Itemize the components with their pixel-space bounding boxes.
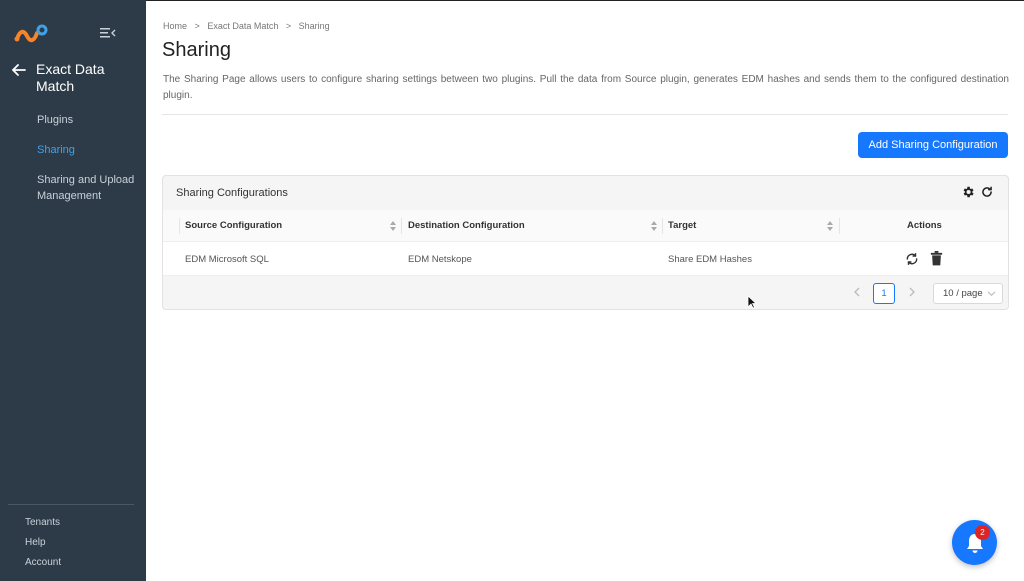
sharing-table: Source Configuration Destination Configu… bbox=[163, 210, 1008, 276]
mouse-cursor-icon bbox=[747, 295, 757, 309]
table-header: Source Configuration Destination Configu… bbox=[163, 210, 1008, 242]
sidebar-divider bbox=[8, 504, 134, 505]
add-sharing-configuration-button[interactable]: Add Sharing Configuration bbox=[858, 132, 1008, 158]
page-title: Sharing bbox=[162, 39, 231, 61]
collapse-menu-icon[interactable] bbox=[100, 26, 116, 40]
card-title: Sharing Configurations bbox=[176, 187, 288, 199]
arrow-left-icon[interactable] bbox=[12, 63, 26, 77]
sidebar-item-plugins[interactable]: Plugins bbox=[37, 112, 142, 128]
breadcrumb: Home > Exact Data Match > Sharing bbox=[163, 21, 335, 31]
breadcrumb-separator: > bbox=[194, 21, 200, 31]
sidebar-nav: Plugins Sharing Sharing and Upload Manag… bbox=[37, 112, 142, 218]
column-separator bbox=[401, 218, 402, 234]
column-source[interactable]: Source Configuration bbox=[185, 220, 282, 231]
column-separator bbox=[662, 218, 663, 234]
page-size-value: 10 / page bbox=[943, 288, 983, 299]
refresh-icon[interactable] bbox=[980, 185, 994, 199]
sort-icon[interactable] bbox=[389, 220, 397, 232]
chevron-down-icon bbox=[987, 291, 996, 297]
column-separator bbox=[839, 218, 840, 234]
trash-icon[interactable] bbox=[930, 251, 943, 266]
sidebar-item-tenants[interactable]: Tenants bbox=[25, 517, 61, 529]
notification-badge: 2 bbox=[975, 525, 990, 540]
sidebar-item-help[interactable]: Help bbox=[25, 537, 61, 549]
app-root: Exact Data Match Plugins Sharing Sharing… bbox=[0, 0, 1024, 581]
netskope-logo-icon[interactable] bbox=[12, 24, 48, 44]
cell-source: EDM Microsoft SQL bbox=[185, 254, 269, 265]
column-separator bbox=[179, 218, 180, 234]
page-description: The Sharing Page allows users to configu… bbox=[163, 74, 1009, 101]
sort-icon[interactable] bbox=[650, 220, 658, 232]
breadcrumb-home[interactable]: Home bbox=[163, 21, 187, 31]
sync-icon[interactable] bbox=[905, 252, 919, 266]
breadcrumb-sharing: Sharing bbox=[298, 21, 330, 31]
sidebar-item-sharing[interactable]: Sharing bbox=[37, 142, 142, 158]
sharing-configurations-card: Sharing Configurations Source Configurat… bbox=[162, 175, 1009, 310]
column-target[interactable]: Target bbox=[668, 220, 696, 231]
pagination-page-1[interactable]: 1 bbox=[873, 283, 895, 304]
chevron-left-icon[interactable] bbox=[851, 286, 863, 298]
cell-target: Share EDM Hashes bbox=[668, 254, 752, 265]
chevron-right-icon[interactable] bbox=[906, 286, 918, 298]
page-size-select[interactable]: 10 / page bbox=[933, 283, 1003, 304]
sidebar-item-sharing-upload-management[interactable]: Sharing and Upload Management bbox=[37, 172, 142, 204]
column-destination[interactable]: Destination Configuration bbox=[408, 220, 525, 231]
sidebar: Exact Data Match Plugins Sharing Sharing… bbox=[0, 0, 146, 581]
breadcrumb-separator: > bbox=[285, 21, 292, 31]
gear-icon[interactable] bbox=[961, 185, 975, 199]
sort-icon[interactable] bbox=[826, 220, 834, 232]
card-header: Sharing Configurations bbox=[163, 176, 1008, 210]
column-actions: Actions bbox=[907, 220, 942, 231]
breadcrumb-exact-data-match[interactable]: Exact Data Match bbox=[207, 21, 278, 31]
header-divider bbox=[162, 114, 1008, 115]
sidebar-bottom-nav: Tenants Help Account bbox=[25, 517, 61, 577]
table-row[interactable]: EDM Microsoft SQL EDM Netskope Share EDM… bbox=[163, 242, 1008, 276]
cell-destination: EDM Netskope bbox=[408, 254, 472, 265]
notifications-button[interactable]: 2 bbox=[952, 520, 997, 565]
sidebar-item-account[interactable]: Account bbox=[25, 557, 61, 569]
main-content: Home > Exact Data Match > Sharing Sharin… bbox=[146, 0, 1024, 581]
section-title: Exact Data Match bbox=[36, 61, 105, 94]
